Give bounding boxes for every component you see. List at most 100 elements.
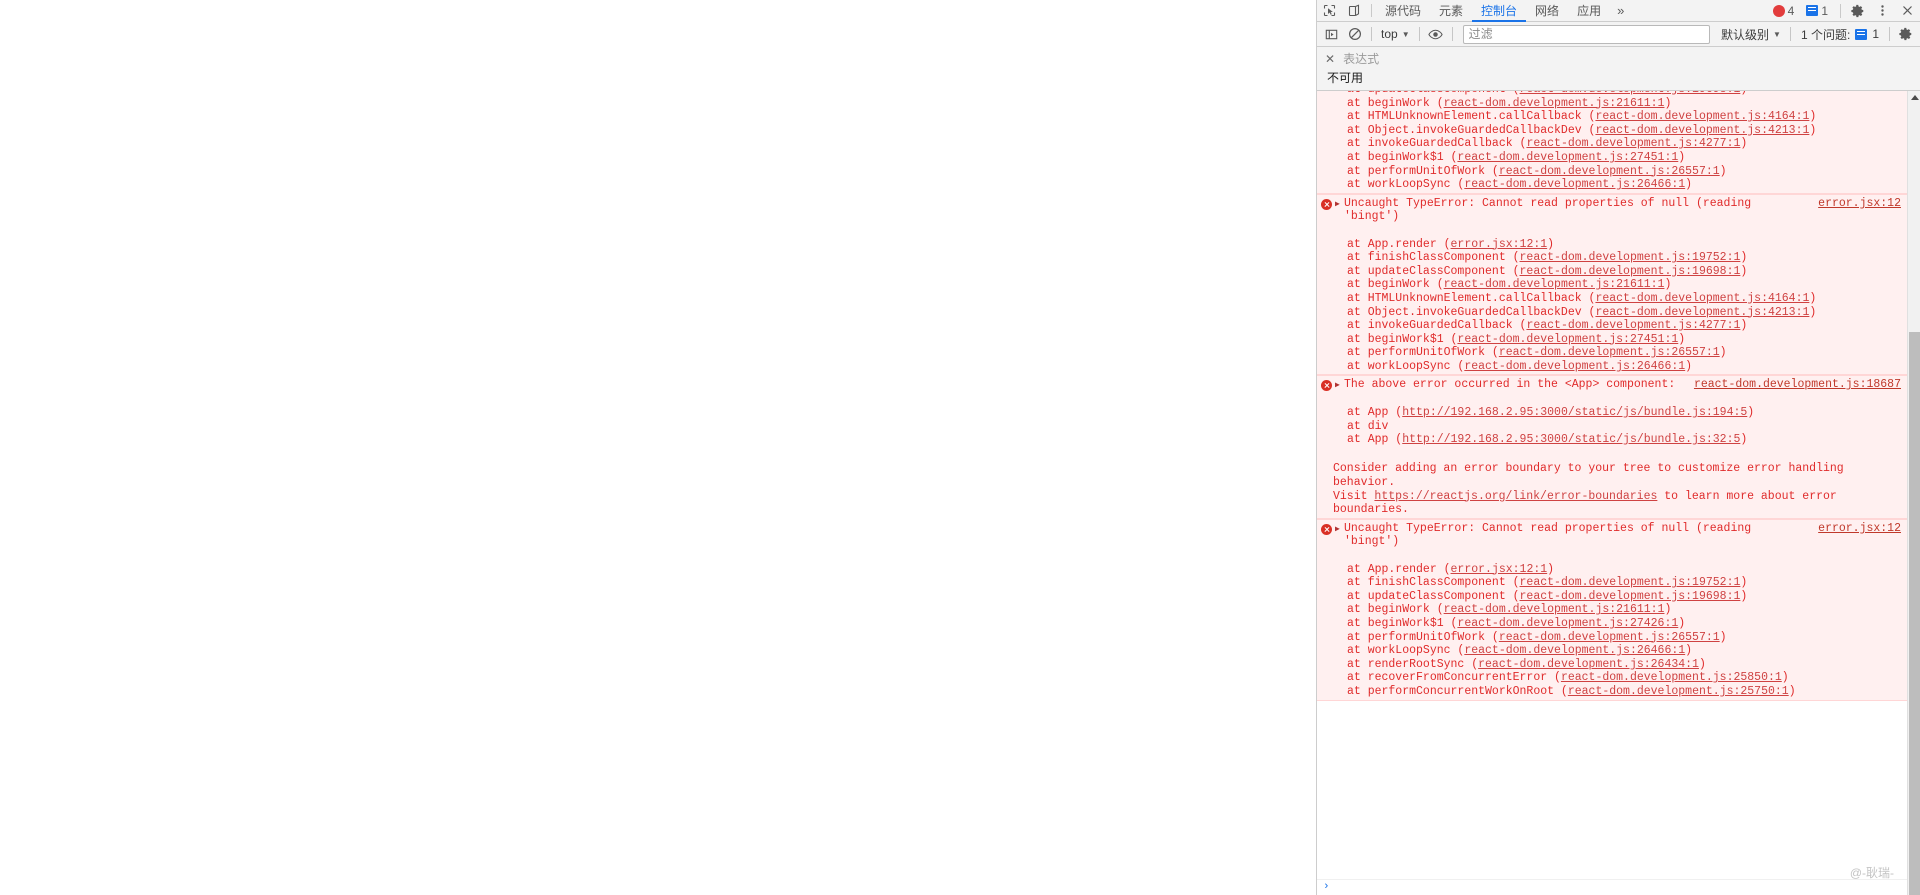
note-link-line: Visit https://reactjs.org/link/error-bou… (1333, 489, 1844, 517)
log-level-select[interactable]: 默认级别 ▼ (1716, 24, 1786, 45)
source-link[interactable]: react-dom.development.js:4213:1 (1595, 124, 1809, 137)
stack-frame: at finishClassComponent (react-dom.devel… (1347, 576, 1748, 590)
stack-frame: at Object.invokeGuardedCallbackDev (reac… (1347, 305, 1817, 319)
source-link[interactable]: react-dom.development.js:26466:1 (1464, 178, 1685, 191)
tab-label: 元素 (1439, 3, 1464, 18)
source-link[interactable]: react-dom.development.js:19698:1 (1520, 590, 1741, 603)
error-message-text: Uncaught TypeError: Cannot read properti… (1344, 196, 1759, 224)
source-link[interactable]: react-dom.development.js:19752:1 (1520, 576, 1741, 589)
message-source-link[interactable]: error.jsx:12 (1818, 197, 1901, 211)
stack-frame: at App (http://192.168.2.95:3000/static/… (1347, 406, 1755, 420)
source-link[interactable]: react-dom.development.js:27426:1 (1457, 617, 1678, 630)
scroll-up-arrow[interactable] (1908, 91, 1920, 104)
live-expression-row: ✕ 表达式 (1323, 50, 1920, 67)
screenshot-root: 源代码 元素 控制台 网络 应用 » 4 1 top ▼ 过滤 默认级别 ▼ 1… (0, 0, 1920, 895)
source-link[interactable]: react-dom.development.js:26557:1 (1499, 631, 1720, 644)
stack-frame: at HTMLUnknownElement.callCallback (reac… (1347, 291, 1817, 305)
source-link[interactable]: react-dom.development.js:4213:1 (1595, 306, 1809, 319)
filter-input[interactable] (1462, 24, 1711, 44)
source-link[interactable]: http://192.168.2.95:3000/static/js/bundl… (1402, 406, 1747, 419)
close-icon[interactable]: ✕ (1323, 52, 1337, 66)
tab-elements[interactable]: 元素 (1430, 0, 1472, 22)
stack-trace: at App.render (error.jsx:12:1) at finishC… (1317, 549, 1907, 699)
note-text: Consider adding an error boundary to you… (1333, 462, 1851, 490)
device-toolbar-icon[interactable] (1342, 0, 1367, 21)
source-link[interactable]: react-dom.development.js:4164:1 (1595, 110, 1809, 123)
console-toolbar: top ▼ 默认级别 ▼ 1 个问题: 1 (1317, 22, 1920, 47)
console-sidebar-icon[interactable] (1319, 23, 1343, 45)
gear-icon[interactable] (1894, 23, 1918, 45)
source-link[interactable]: react-dom.development.js:26557:1 (1499, 346, 1720, 359)
tab-label: 应用 (1577, 3, 1602, 18)
tab-console[interactable]: 控制台 (1472, 0, 1527, 22)
source-link[interactable]: react-dom.development.js:26557:1 (1499, 165, 1720, 178)
error-count-badge[interactable]: 4 (1767, 0, 1801, 22)
stack-frame: at workLoopSync (react-dom.development.j… (1347, 359, 1693, 373)
execution-context-select[interactable]: top ▼ (1376, 24, 1415, 45)
source-link[interactable]: react-dom.development.js:26434:1 (1478, 658, 1699, 671)
stack-frame: at invokeGuardedCallback (react-dom.deve… (1347, 137, 1748, 151)
source-link[interactable]: react-dom.development.js:19698:1 (1520, 91, 1741, 96)
source-link[interactable]: react-dom.development.js:26466:1 (1464, 360, 1685, 373)
message-count-badge[interactable]: 1 (1800, 0, 1834, 22)
source-link[interactable]: react-dom.development.js:21611:1 (1444, 603, 1665, 616)
more-vertical-icon[interactable] (1870, 0, 1895, 21)
source-link[interactable]: react-dom.development.js:25850:1 (1561, 671, 1782, 684)
live-expression-eye-icon[interactable] (1424, 23, 1448, 45)
message-header: ▶ The above error occurred in the <App> c… (1317, 377, 1907, 392)
source-link[interactable]: react-dom.development.js:19752:1 (1520, 251, 1741, 264)
tab-sources[interactable]: 源代码 (1376, 0, 1430, 22)
issues-count: 1 (1872, 27, 1879, 41)
source-link[interactable]: react-dom.development.js:25750:1 (1568, 685, 1789, 698)
stack-frame: at beginWork (react-dom.development.js:2… (1347, 278, 1672, 292)
source-link[interactable]: react-dom.development.js:21611:1 (1444, 278, 1665, 291)
source-link[interactable]: error.jsx:12:1 (1451, 563, 1548, 576)
live-expression-panel: ✕ 表达式 不可用 (1317, 47, 1920, 91)
stack-frame: at renderRootSync (react-dom.development… (1347, 657, 1706, 671)
console-scrollbar[interactable] (1907, 91, 1920, 895)
inspect-element-icon[interactable] (1317, 0, 1342, 21)
error-boundaries-doc-link[interactable]: https://reactjs.org/link/error-boundarie… (1374, 490, 1657, 503)
source-link[interactable]: error.jsx:12:1 (1451, 238, 1548, 251)
stack-frame: at performUnitOfWork (react-dom.developm… (1347, 630, 1727, 644)
stack-frame: at beginWork (react-dom.development.js:2… (1347, 603, 1672, 617)
expand-triangle-icon[interactable]: ▶ (1335, 198, 1344, 211)
source-link[interactable]: http://192.168.2.95:3000/static/js/bundl… (1402, 433, 1740, 446)
source-link[interactable]: react-dom.development.js:19698:1 (1520, 265, 1741, 278)
page-viewport (0, 0, 1316, 895)
toolbar-divider (1371, 4, 1372, 17)
issues-button[interactable]: 1 个问题: 1 (1795, 24, 1885, 45)
console-prompt[interactable]: › (1317, 879, 1907, 895)
tab-application[interactable]: 应用 (1568, 0, 1610, 22)
source-link[interactable]: react-dom.development.js:27451:1 (1457, 151, 1678, 164)
tab-label: 控制台 (1481, 3, 1518, 18)
expand-triangle-icon[interactable]: ▶ (1335, 379, 1344, 392)
toolbar-divider-right (1840, 3, 1841, 18)
message-header: ▶ Uncaught TypeError: Cannot read propert… (1317, 521, 1907, 549)
stack-frame: at workLoopSync (react-dom.development.j… (1347, 178, 1693, 192)
stack-frame: at performUnitOfWork (react-dom.developm… (1347, 346, 1727, 360)
execution-context-label: top (1381, 27, 1398, 41)
source-link[interactable]: react-dom.development.js:4164:1 (1595, 292, 1809, 305)
source-link[interactable]: react-dom.development.js:21611:1 (1444, 97, 1665, 110)
stack-frame: at beginWork$1 (react-dom.development.js… (1347, 332, 1686, 346)
expand-triangle-icon[interactable]: ▶ (1335, 523, 1344, 536)
source-link[interactable]: react-dom.development.js:4277:1 (1526, 137, 1740, 150)
stack-frame: at performUnitOfWork (react-dom.developm… (1347, 164, 1727, 178)
source-link[interactable]: react-dom.development.js:4277:1 (1526, 319, 1740, 332)
source-link[interactable]: react-dom.development.js:27451:1 (1457, 333, 1678, 346)
console-error-message: at updateClassComponent (react-dom.devel… (1317, 91, 1907, 194)
issues-label: 1 个问题: (1800, 27, 1851, 42)
error-icon (1321, 523, 1332, 535)
stack-frame: at updateClassComponent (react-dom.devel… (1347, 264, 1748, 278)
close-icon[interactable] (1895, 0, 1920, 21)
gear-icon[interactable] (1845, 0, 1870, 21)
source-link[interactable]: react-dom.development.js:26466:1 (1464, 644, 1685, 657)
tab-network[interactable]: 网络 (1526, 0, 1568, 22)
message-source-link[interactable]: error.jsx:12 (1818, 522, 1901, 536)
clear-console-icon[interactable] (1343, 23, 1367, 45)
tabbar-spacer (1631, 0, 1766, 21)
message-source-link[interactable]: react-dom.development.js:18687 (1694, 378, 1901, 392)
scrollbar-thumb[interactable] (1909, 332, 1920, 895)
more-tabs-button[interactable]: » (1610, 0, 1631, 21)
